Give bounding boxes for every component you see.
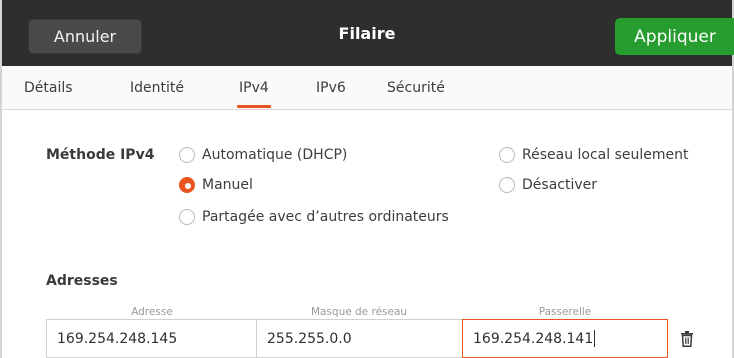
netmask-field[interactable]: 255.255.0.0 [256, 319, 463, 358]
tab-bar: Détails Identité IPv4 IPv6 Sécurité [2, 66, 732, 110]
radio-label: Manuel [202, 177, 253, 193]
radio-button-icon [179, 209, 195, 225]
gateway-value: 169.254.248.141 [473, 330, 594, 347]
network-settings-dialog: Annuler Filaire Appliquer Détails Identi… [0, 0, 734, 358]
text-cursor [594, 330, 596, 347]
radio-link-local[interactable]: Réseau local seulement [499, 147, 689, 163]
addresses-title: Adresses [46, 273, 118, 289]
column-header-gateway: Passerelle [538, 306, 592, 318]
radio-button-checked-icon [179, 177, 195, 193]
tab-ipv6[interactable]: IPv6 [316, 66, 346, 110]
radio-label: Réseau local seulement [522, 147, 689, 163]
radio-label: Automatique (DHCP) [202, 147, 348, 163]
column-header-netmask: Masque de réseau [310, 306, 408, 318]
ipv4-panel: Méthode IPv4 Automatique (DHCP) Manuel P… [2, 110, 732, 358]
address-value: 169.254.248.145 [57, 330, 178, 347]
column-header-address: Adresse [131, 306, 173, 318]
radio-automatic-dhcp[interactable]: Automatique (DHCP) [179, 147, 347, 163]
trash-icon-glyph [681, 331, 693, 347]
tab-identity[interactable]: Identité [130, 66, 184, 110]
address-field[interactable]: 169.254.248.145 [46, 319, 257, 358]
tab-details[interactable]: Détails [24, 66, 73, 110]
tab-security[interactable]: Sécurité [387, 66, 445, 110]
trash-icon[interactable] [677, 329, 697, 349]
radio-manual[interactable]: Manuel [179, 177, 253, 193]
radio-label: Désactiver [522, 177, 597, 193]
apply-button[interactable]: Appliquer [615, 18, 734, 55]
ipv4-method-label: Méthode IPv4 [46, 147, 155, 163]
radio-disable[interactable]: Désactiver [499, 177, 597, 193]
gateway-field[interactable]: 169.254.248.141 [462, 319, 668, 358]
header-bar: Annuler Filaire Appliquer [2, 0, 734, 66]
netmask-value: 255.255.0.0 [267, 330, 352, 347]
radio-button-icon [499, 147, 515, 163]
tab-ipv4[interactable]: IPv4 [237, 66, 271, 110]
radio-shared[interactable]: Partagée avec d’autres ordinateurs [179, 209, 449, 225]
radio-button-icon [499, 177, 515, 193]
radio-label: Partagée avec d’autres ordinateurs [202, 209, 449, 225]
cancel-button[interactable]: Annuler [28, 19, 142, 54]
radio-button-icon [179, 147, 195, 163]
